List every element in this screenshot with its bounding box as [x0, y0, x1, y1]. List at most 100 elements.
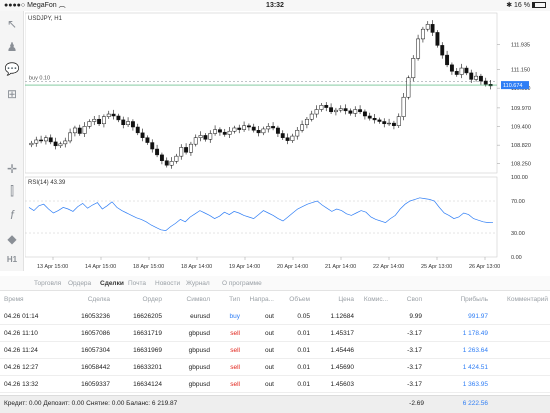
candle-body	[425, 24, 430, 30]
tab-6[interactable]: Журнал	[186, 276, 210, 291]
column-header[interactable]: Время	[4, 292, 24, 308]
candle-body	[387, 122, 392, 125]
table-row[interactable]: 04.26 11:24 16057304 16631969 gbpusd sell out…	[0, 343, 550, 359]
candle-body	[53, 141, 58, 147]
candle-body	[203, 135, 208, 140]
battery-percent: 16 %	[514, 2, 530, 9]
candle-body	[169, 161, 174, 166]
battery-status: ✱ 16 %	[506, 0, 546, 11]
user-icon[interactable]: ♟	[4, 39, 20, 55]
cell-profit: 1 424.51	[462, 364, 488, 371]
candle-body	[329, 107, 334, 113]
column-header[interactable]: Цена	[338, 292, 354, 308]
candle-body	[372, 118, 377, 121]
column-header[interactable]: Ордер	[142, 292, 162, 308]
candle-body	[29, 142, 34, 146]
candle-body	[155, 148, 160, 156]
tab-2[interactable]: Ордера	[68, 276, 91, 291]
current-price-label: 110.674	[503, 83, 522, 89]
cell-volume: 0.01	[297, 330, 310, 337]
candle-body	[251, 126, 256, 131]
column-header[interactable]: Символ	[187, 292, 210, 308]
cell-volume: 0.01	[297, 381, 310, 388]
column-header[interactable]: Своп	[407, 292, 422, 308]
table-row[interactable]: 04.26 01:14 16053236 16626205 eurusd buy out 0…	[0, 309, 550, 325]
candle-body	[430, 24, 435, 33]
column-header[interactable]: Тип	[229, 292, 240, 308]
candle-body	[445, 54, 450, 66]
cell-swap: -3.17	[407, 330, 422, 337]
column-header[interactable]: Сделка	[88, 292, 110, 308]
candle-body	[208, 133, 213, 140]
price-tick-label: 111.150	[511, 68, 530, 74]
objects-icon[interactable]: ◆	[4, 231, 20, 247]
column-header[interactable]: Комис...	[364, 292, 388, 308]
candle-body	[474, 75, 479, 80]
crosshair-icon[interactable]: ✛	[4, 161, 20, 177]
time-tick-label: 19 Apr 14:00	[229, 264, 260, 270]
tab-1[interactable]: Торговля	[34, 276, 61, 291]
candle-body	[72, 127, 77, 134]
candle-body	[217, 129, 222, 133]
new-order-icon[interactable]: ⊞	[4, 86, 20, 102]
candle-body	[174, 155, 179, 162]
candle-body	[198, 135, 203, 138]
candle-body	[43, 137, 48, 142]
crosshair-cursor-icon[interactable]: ↖	[4, 16, 20, 32]
price-tick-label: 111.935	[511, 42, 530, 48]
candle-body	[140, 132, 145, 138]
candle-body	[391, 122, 396, 126]
cell-symbol: gbpusd	[188, 330, 210, 337]
column-header[interactable]: Объем	[289, 292, 310, 308]
table-row[interactable]: 04.26 13:32 16059337 16634124 gbpusd sell out…	[0, 377, 550, 393]
candle-body	[266, 126, 271, 130]
cell-price: 1.12684	[330, 313, 355, 320]
candle-body	[324, 105, 329, 108]
swap-total: -2.69	[409, 400, 424, 407]
tab-3[interactable]: Сделки	[100, 276, 124, 291]
cell-dir: out	[264, 313, 274, 320]
candle-body	[406, 77, 411, 98]
rsi-tick-label: 30.00	[511, 231, 525, 237]
candle-body	[271, 126, 276, 129]
cell-time: 04.26 13:32	[4, 381, 39, 388]
account-summary: Кредит: 0.00 Депозит: 0.00 Снятие: 0.00 …	[0, 395, 550, 413]
cell-symbol: eurusd	[190, 313, 210, 320]
cell-time: 04.26 01:14	[4, 313, 39, 320]
table-row[interactable]: 04.26 11:10 16057086 16631719 gbpusd sell out…	[0, 326, 550, 342]
terminal-tabs: Торговля Ордера Сделки Почта Новости Журнал О …	[0, 276, 550, 291]
candle-body	[300, 124, 305, 131]
chart-type-icon[interactable]: ⫿	[4, 183, 20, 199]
cell-deal: 16053236	[81, 313, 110, 320]
candle-body	[111, 113, 116, 117]
candle-body	[213, 129, 218, 134]
tab-4[interactable]: Почта	[128, 276, 146, 291]
cell-type: sell	[230, 381, 240, 388]
column-header[interactable]: Прибыль	[461, 292, 489, 308]
column-header[interactable]: Комментарий	[507, 292, 548, 308]
candle-body	[275, 127, 280, 134]
candle-body	[353, 109, 358, 114]
tab-7[interactable]: О программе	[222, 276, 262, 291]
tab-5[interactable]: Новости	[155, 276, 180, 291]
cell-symbol: gbpusd	[188, 347, 210, 354]
time-tick-label: 18 Apr 14:00	[181, 264, 212, 270]
candle-body	[63, 140, 68, 145]
candle-body	[348, 110, 353, 114]
status-bar: ●●●●○ MegaFon ︵ 13:32 ✱ 16 %	[0, 0, 550, 11]
cell-time: 04.26 11:10	[4, 330, 38, 337]
candle-body	[401, 96, 406, 117]
timeframe-button[interactable]: H1	[3, 255, 21, 264]
indicators-icon[interactable]: f	[4, 207, 20, 223]
candle-body	[416, 38, 421, 59]
bluetooth-icon: ✱	[506, 2, 513, 9]
chat-icon[interactable]: 💬	[4, 61, 20, 77]
price-chart[interactable]: 111.935111.150110.580109.970109.400108.8…	[25, 11, 550, 275]
table-row[interactable]: 04.26 12:27 16058442 16633201 gbpusd sell out…	[0, 360, 550, 376]
candle-body	[367, 115, 372, 119]
balance-summary: Кредит: 0.00 Депозит: 0.00 Снятие: 0.00 …	[4, 400, 178, 407]
cell-price: 1.45690	[330, 364, 355, 371]
column-header[interactable]: Напра...	[250, 292, 274, 308]
candle-body	[362, 111, 367, 117]
cell-time: 04.26 12:27	[4, 364, 39, 371]
